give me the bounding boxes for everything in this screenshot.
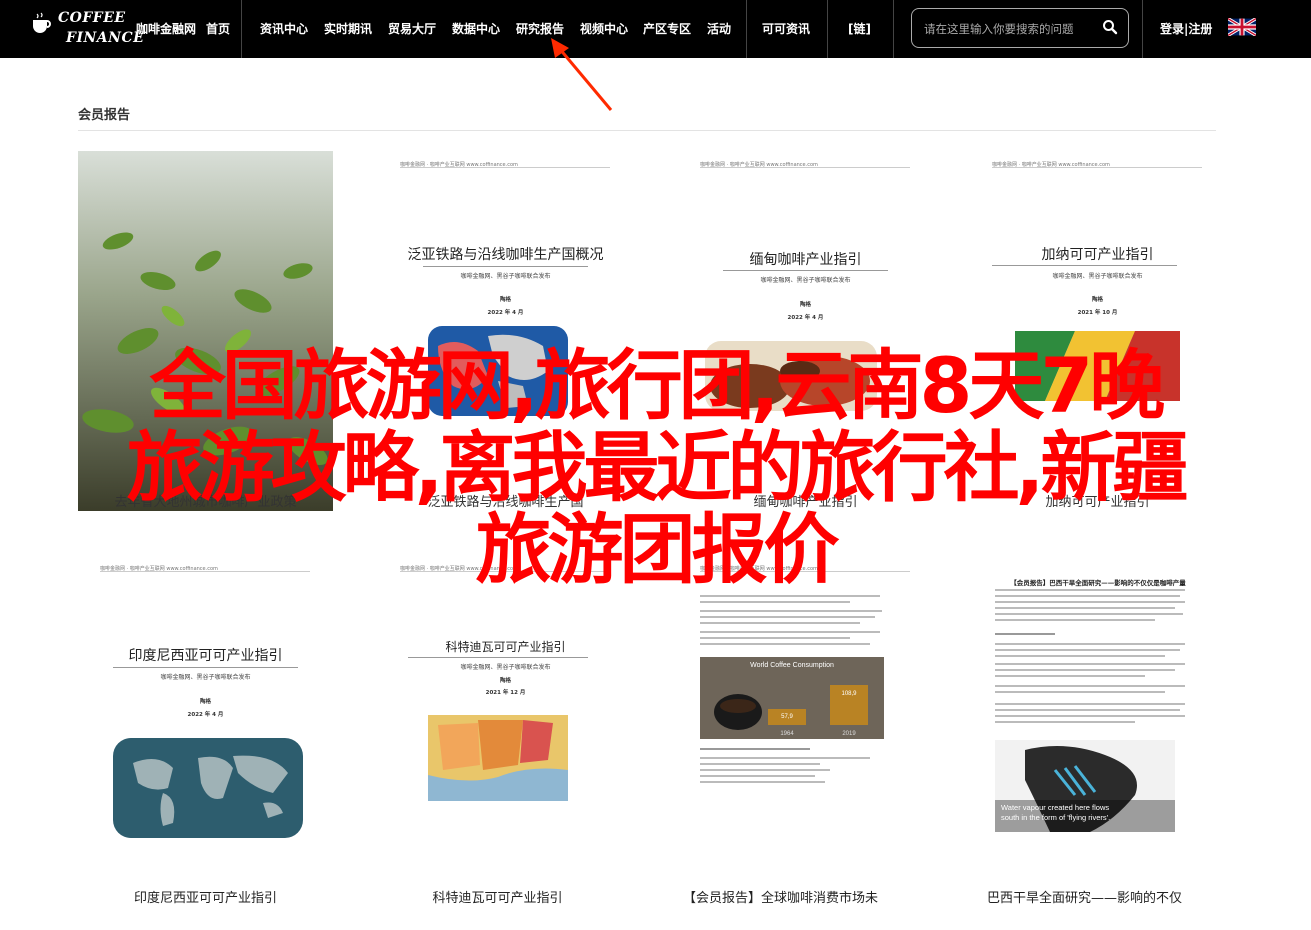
south-america-map-image: Water vapour created here flows south in… bbox=[995, 740, 1175, 832]
doc-header-rule bbox=[100, 571, 310, 572]
doc-subtitle: 咖啡金融网、黑谷子咖啡联合发布 bbox=[1052, 273, 1143, 280]
nav-divider bbox=[241, 0, 242, 58]
world-map-image bbox=[113, 738, 303, 838]
search-icon[interactable] bbox=[1102, 19, 1118, 35]
doc-title: 科特迪瓦可可产业指引 bbox=[445, 640, 566, 654]
doc-header-rule bbox=[700, 571, 910, 572]
seedlings-photo bbox=[78, 151, 333, 511]
doc-title: 加纳可可产业指引 bbox=[1041, 247, 1154, 263]
coffee-cup-icon bbox=[33, 12, 51, 33]
doc-title: 【会员报告】巴西干旱全面研究——影响的不仅仅是咖啡产量 bbox=[1010, 579, 1186, 587]
doc-title-rule bbox=[113, 667, 298, 668]
login-register-link[interactable]: 登录|注册 bbox=[1160, 20, 1212, 37]
section-divider bbox=[78, 130, 1216, 131]
top-nav: COFFEE FINANCE 咖啡金融网 首页 资讯中心 实时期讯 贸易大厅 数… bbox=[0, 0, 1311, 58]
doc-author: 陶格 bbox=[1091, 297, 1103, 303]
doc-date: 2021 年 12 月 bbox=[485, 690, 526, 696]
nav-item-region[interactable]: 产区专区 bbox=[643, 20, 691, 37]
doc-subtitle: 咖啡金融网、黑谷子咖啡联合发布 bbox=[760, 277, 851, 284]
doc-subtitle: 咖啡金融网、黑谷子咖啡联合发布 bbox=[460, 664, 551, 671]
doc-subtitle: 咖啡金融网、黑谷子咖啡联合发布 bbox=[160, 674, 251, 681]
nav-item-video[interactable]: 视频中心 bbox=[580, 20, 628, 37]
doc-author: 陶格 bbox=[499, 297, 511, 303]
card-caption[interactable]: 缅甸咖啡产业指引 bbox=[678, 491, 933, 510]
west-africa-map-image bbox=[428, 715, 568, 801]
doc-title-rule bbox=[723, 270, 888, 271]
report-card[interactable]: 咖啡金融网 · 咖啡产业互联网 www.coffinance.com 加纳可可产… bbox=[970, 151, 1225, 511]
nav-item-realtime[interactable]: 实时期讯 bbox=[324, 20, 372, 37]
card-caption[interactable]: 泛亚铁路与沿线咖啡生产国 bbox=[378, 491, 633, 510]
report-card[interactable] bbox=[78, 151, 333, 511]
doc-title: 印度尼西亚可可产业指引 bbox=[128, 648, 283, 664]
card-caption[interactable]: 科特迪瓦可可产业指引 bbox=[370, 887, 625, 906]
consumption-chart-image: World Coffee Consumption 57,9 108,9 1964… bbox=[700, 657, 884, 739]
nav-item-trade[interactable]: 贸易大厅 bbox=[388, 20, 436, 37]
chart-year-2: 2019 bbox=[842, 731, 856, 737]
report-card[interactable]: 【会员报告】巴西干旱全面研究——影响的不仅仅是咖啡产量 Water vapour… bbox=[970, 555, 1225, 845]
doc-title: 缅甸咖啡产业指引 bbox=[749, 252, 862, 268]
section-title: 会员报告 bbox=[78, 108, 131, 123]
annotation-arrow bbox=[551, 38, 613, 111]
doc-subtitle: 咖啡金融网、黑谷子咖啡联合发布 bbox=[460, 273, 551, 280]
chart-value-1: 57,9 bbox=[781, 714, 793, 720]
nav-divider bbox=[893, 0, 894, 58]
search-input[interactable] bbox=[922, 19, 1106, 39]
doc-title-rule bbox=[408, 657, 588, 658]
doc-header-rule bbox=[700, 167, 910, 168]
uk-flag-icon[interactable] bbox=[1228, 18, 1256, 36]
doc-title-rule bbox=[992, 265, 1177, 266]
report-card[interactable]: 咖啡金融网 · 咖啡产业互联网 www.coffinance.com World… bbox=[678, 555, 933, 845]
nav-item-research[interactable]: 研究报告 bbox=[516, 20, 564, 37]
doc-header-rule bbox=[400, 167, 610, 168]
map-caption-line1: Water vapour created here flows bbox=[1001, 803, 1109, 812]
doc-header-rule bbox=[400, 571, 610, 572]
logo-text-line2: FINANCE bbox=[66, 30, 145, 46]
nav-divider bbox=[746, 0, 747, 58]
doc-header-rule bbox=[992, 167, 1202, 168]
doc-date: 2022 年 4 月 bbox=[487, 310, 524, 316]
map-caption-line2: south in the form of 'flying rivers'. bbox=[1001, 813, 1110, 822]
nav-item-data[interactable]: 数据中心 bbox=[452, 20, 500, 37]
chart-title: World Coffee Consumption bbox=[750, 662, 834, 669]
chart-year-1: 1964 bbox=[780, 731, 794, 737]
nav-item-site-name[interactable]: 咖啡金融网 bbox=[136, 20, 196, 37]
doc-author: 陶格 bbox=[799, 302, 811, 308]
search-box bbox=[911, 8, 1129, 48]
doc-author: 陶格 bbox=[199, 699, 211, 705]
report-card[interactable]: 咖啡金融网 · 咖啡产业互联网 www.coffinance.com 缅甸咖啡产… bbox=[678, 151, 933, 511]
report-card[interactable]: 咖啡金融网 · 咖啡产业互联网 www.coffinance.com 泛亚铁路与… bbox=[378, 151, 633, 511]
chart-value-2: 108,9 bbox=[841, 691, 857, 697]
nav-item-links[interactable]: [链] bbox=[848, 20, 871, 37]
doc-author: 陶格 bbox=[499, 678, 511, 684]
ghana-flag-image bbox=[1015, 331, 1180, 401]
asia-map-image bbox=[428, 326, 568, 416]
coffee-beans-image bbox=[705, 341, 877, 411]
report-card[interactable]: 咖啡金融网 · 咖啡产业互联网 www.coffinance.com 科特迪瓦可… bbox=[378, 555, 633, 845]
doc-title-rule bbox=[423, 266, 588, 267]
doc-date: 2022 年 4 月 bbox=[187, 712, 224, 718]
card-caption[interactable]: 去年省大地州城市咖啡产业政策 bbox=[78, 491, 333, 510]
nav-item-events[interactable]: 活动 bbox=[707, 20, 731, 37]
card-caption[interactable]: 【会员报告】全球咖啡消费市场未 bbox=[653, 887, 908, 906]
doc-date: 2022 年 4 月 bbox=[787, 315, 824, 321]
site-logo[interactable]: COFFEE FINANCE bbox=[30, 6, 144, 52]
card-caption[interactable]: 印度尼西亚可可产业指引 bbox=[78, 887, 333, 906]
doc-date: 2021 年 10 月 bbox=[1077, 310, 1118, 316]
logo-text-line1: COFFEE bbox=[58, 10, 126, 26]
card-caption[interactable]: 加纳可可产业指引 bbox=[970, 491, 1225, 510]
doc-title: 泛亚铁路与沿线咖啡生产国概况 bbox=[407, 247, 604, 263]
card-caption[interactable]: 巴西干旱全面研究——影响的不仅 bbox=[957, 887, 1212, 906]
nav-item-news[interactable]: 资讯中心 bbox=[260, 20, 308, 37]
nav-divider bbox=[1142, 0, 1143, 58]
report-card[interactable]: 咖啡金融网 · 咖啡产业互联网 www.coffinance.com 印度尼西亚… bbox=[78, 555, 333, 845]
nav-divider bbox=[827, 0, 828, 58]
nav-item-home[interactable]: 首页 bbox=[206, 20, 230, 37]
nav-item-cocoa[interactable]: 可可资讯 bbox=[762, 20, 810, 37]
